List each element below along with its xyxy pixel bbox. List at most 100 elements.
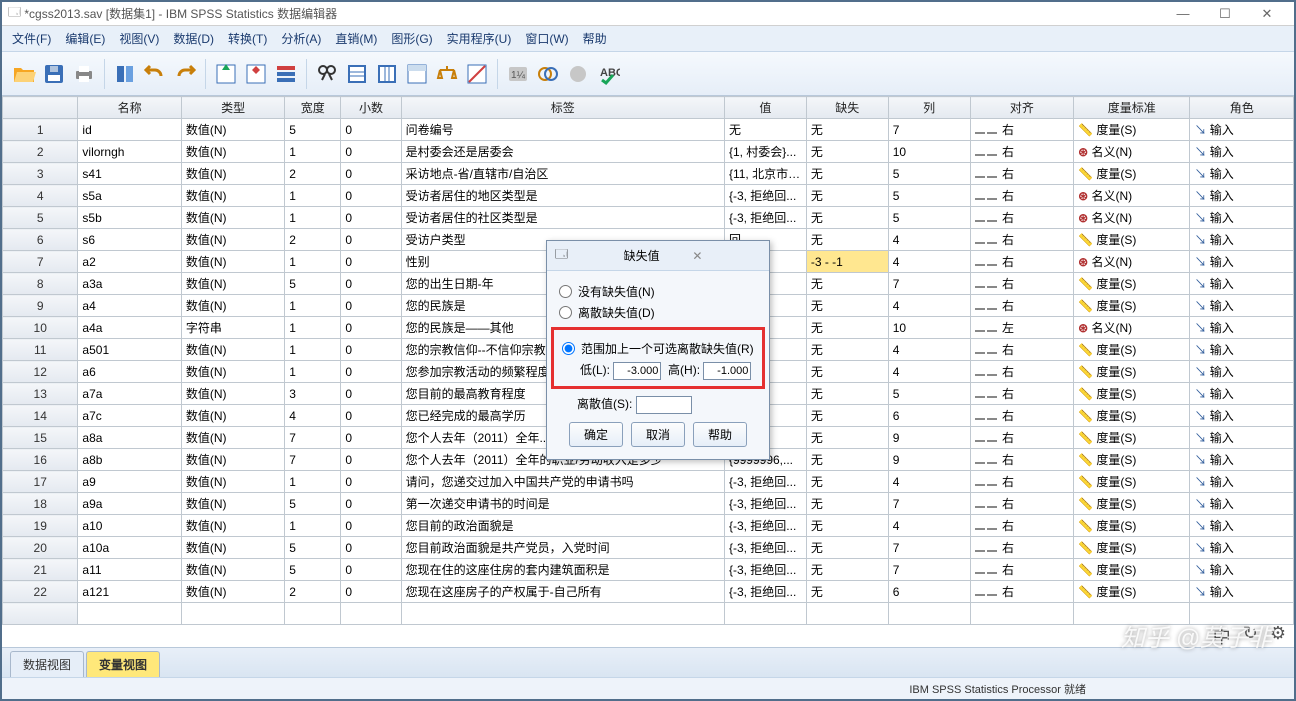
- cell-width[interactable]: 5: [285, 273, 341, 295]
- row-number[interactable]: 6: [3, 229, 78, 251]
- cell-name[interactable]: a9: [78, 471, 181, 493]
- cell-measure[interactable]: 📏 度量(S): [1074, 229, 1190, 251]
- cell-align[interactable]: 右: [970, 207, 1073, 229]
- open-icon[interactable]: [10, 59, 38, 89]
- cell-measure[interactable]: 📏 度量(S): [1074, 361, 1190, 383]
- weight-icon[interactable]: [433, 59, 461, 89]
- row-number[interactable]: 5: [3, 207, 78, 229]
- radio-no-missing[interactable]: [559, 285, 572, 298]
- cell-name[interactable]: a2: [78, 251, 181, 273]
- cell-align[interactable]: 右: [970, 581, 1073, 603]
- cell-label[interactable]: 采访地点-省/直辖市/自治区: [401, 163, 724, 185]
- cell-label[interactable]: 问卷编号: [401, 119, 724, 141]
- cell-name[interactable]: a8b: [78, 449, 181, 471]
- cell-values[interactable]: {-3, 拒绝回...: [724, 493, 806, 515]
- row-number[interactable]: 9: [3, 295, 78, 317]
- cell-align[interactable]: 右: [970, 383, 1073, 405]
- cell-measure[interactable]: 📏 度量(S): [1074, 273, 1190, 295]
- menu-item-8[interactable]: 实用程序(U): [441, 28, 518, 49]
- cell-width[interactable]: 2: [285, 229, 341, 251]
- col-header-6[interactable]: 缺失: [806, 97, 888, 119]
- cell-measure[interactable]: 📏 度量(S): [1074, 515, 1190, 537]
- cell-measure[interactable]: 📏 度量(S): [1074, 427, 1190, 449]
- cell-align[interactable]: 右: [970, 119, 1073, 141]
- menu-item-2[interactable]: 视图(V): [113, 28, 165, 49]
- cell-missing[interactable]: 无: [806, 163, 888, 185]
- row-number[interactable]: 8: [3, 273, 78, 295]
- cell-missing[interactable]: 无: [806, 405, 888, 427]
- cell-measure[interactable]: 📏 度量(S): [1074, 471, 1190, 493]
- cell-missing[interactable]: 无: [806, 383, 888, 405]
- table-row[interactable]: 21a11数值(N)50您现在住的这座住房的套内建筑面积是{-3, 拒绝回...…: [3, 559, 1294, 581]
- help-button[interactable]: 帮助: [693, 422, 747, 447]
- cell-type[interactable]: 数值(N): [181, 515, 284, 537]
- cell-values[interactable]: {-3, 拒绝回...: [724, 471, 806, 493]
- cell-type[interactable]: 数值(N): [181, 449, 284, 471]
- cell-decimals[interactable]: 0: [341, 251, 401, 273]
- cell-measure[interactable]: 📏 度量(S): [1074, 581, 1190, 603]
- cell-measure[interactable]: 📏 度量(S): [1074, 163, 1190, 185]
- goto-var-icon[interactable]: [242, 59, 270, 89]
- cell-width[interactable]: 1: [285, 317, 341, 339]
- cell-columns[interactable]: 4: [888, 229, 970, 251]
- cell-role[interactable]: ↘ 输入: [1190, 229, 1294, 251]
- cell-align[interactable]: 右: [970, 251, 1073, 273]
- cell-measure[interactable]: 📏 度量(S): [1074, 295, 1190, 317]
- cell-width[interactable]: 1: [285, 251, 341, 273]
- cell-type[interactable]: 数值(N): [181, 559, 284, 581]
- cell-missing[interactable]: -3 - -1: [806, 251, 888, 273]
- table-row[interactable]: 18a9a数值(N)50第一次递交申请书的时间是{-3, 拒绝回...无7 右📏…: [3, 493, 1294, 515]
- select-icon[interactable]: [463, 59, 491, 89]
- cell-values[interactable]: {-3, 拒绝回...: [724, 207, 806, 229]
- cell-decimals[interactable]: 0: [341, 295, 401, 317]
- cell-missing[interactable]: 无: [806, 295, 888, 317]
- cell-width[interactable]: 5: [285, 537, 341, 559]
- cell-columns[interactable]: 4: [888, 339, 970, 361]
- cell-role[interactable]: ↘ 输入: [1190, 471, 1294, 493]
- row-number[interactable]: 1: [3, 119, 78, 141]
- cell-type[interactable]: 数值(N): [181, 361, 284, 383]
- row-number[interactable]: 11: [3, 339, 78, 361]
- cell-width[interactable]: 4: [285, 405, 341, 427]
- cell-role[interactable]: ↘ 输入: [1190, 339, 1294, 361]
- cell-decimals[interactable]: 0: [341, 581, 401, 603]
- row-number[interactable]: 20: [3, 537, 78, 559]
- cell-name[interactable]: a8a: [78, 427, 181, 449]
- cell-missing[interactable]: 无: [806, 185, 888, 207]
- row-number[interactable]: 22: [3, 581, 78, 603]
- cell-values[interactable]: {1, 村委会}...: [724, 141, 806, 163]
- redo-icon[interactable]: [171, 59, 199, 89]
- cell-width[interactable]: 1: [285, 515, 341, 537]
- col-header-4[interactable]: 标签: [401, 97, 724, 119]
- cell-align[interactable]: 右: [970, 471, 1073, 493]
- maximize-button[interactable]: ☐: [1204, 4, 1246, 24]
- cell-type[interactable]: 数值(N): [181, 185, 284, 207]
- cell-values[interactable]: {-3, 拒绝回...: [724, 581, 806, 603]
- cell-width[interactable]: 7: [285, 449, 341, 471]
- table-row[interactable]: 20a10a数值(N)50您目前政治面貌是共产党员，入党时间{-3, 拒绝回..…: [3, 537, 1294, 559]
- cell-values[interactable]: {-3, 拒绝回...: [724, 515, 806, 537]
- cell-type[interactable]: 数值(N): [181, 273, 284, 295]
- cell-align[interactable]: 右: [970, 339, 1073, 361]
- row-number[interactable]: 14: [3, 405, 78, 427]
- cell-columns[interactable]: 4: [888, 295, 970, 317]
- cell-width[interactable]: 1: [285, 185, 341, 207]
- cell-decimals[interactable]: 0: [341, 273, 401, 295]
- cell-values[interactable]: {-3, 拒绝回...: [724, 537, 806, 559]
- cell-width[interactable]: 1: [285, 141, 341, 163]
- row-number[interactable]: 3: [3, 163, 78, 185]
- cell-role[interactable]: ↘ 输入: [1190, 405, 1294, 427]
- cell-decimals[interactable]: 0: [341, 449, 401, 471]
- cell-type[interactable]: 数值(N): [181, 251, 284, 273]
- menu-item-0[interactable]: 文件(F): [6, 28, 57, 49]
- cell-missing[interactable]: 无: [806, 317, 888, 339]
- cell-role[interactable]: ↘ 输入: [1190, 185, 1294, 207]
- show-all-icon[interactable]: [564, 59, 592, 89]
- cell-width[interactable]: 1: [285, 339, 341, 361]
- col-header-8[interactable]: 对齐: [970, 97, 1073, 119]
- cell-type[interactable]: 数值(N): [181, 493, 284, 515]
- cell-type[interactable]: 数值(N): [181, 119, 284, 141]
- cell-type[interactable]: 数值(N): [181, 163, 284, 185]
- cell-type[interactable]: 数值(N): [181, 141, 284, 163]
- table-row[interactable]: 1id数值(N)50问卷编号无无7 右📏 度量(S)↘ 输入: [3, 119, 1294, 141]
